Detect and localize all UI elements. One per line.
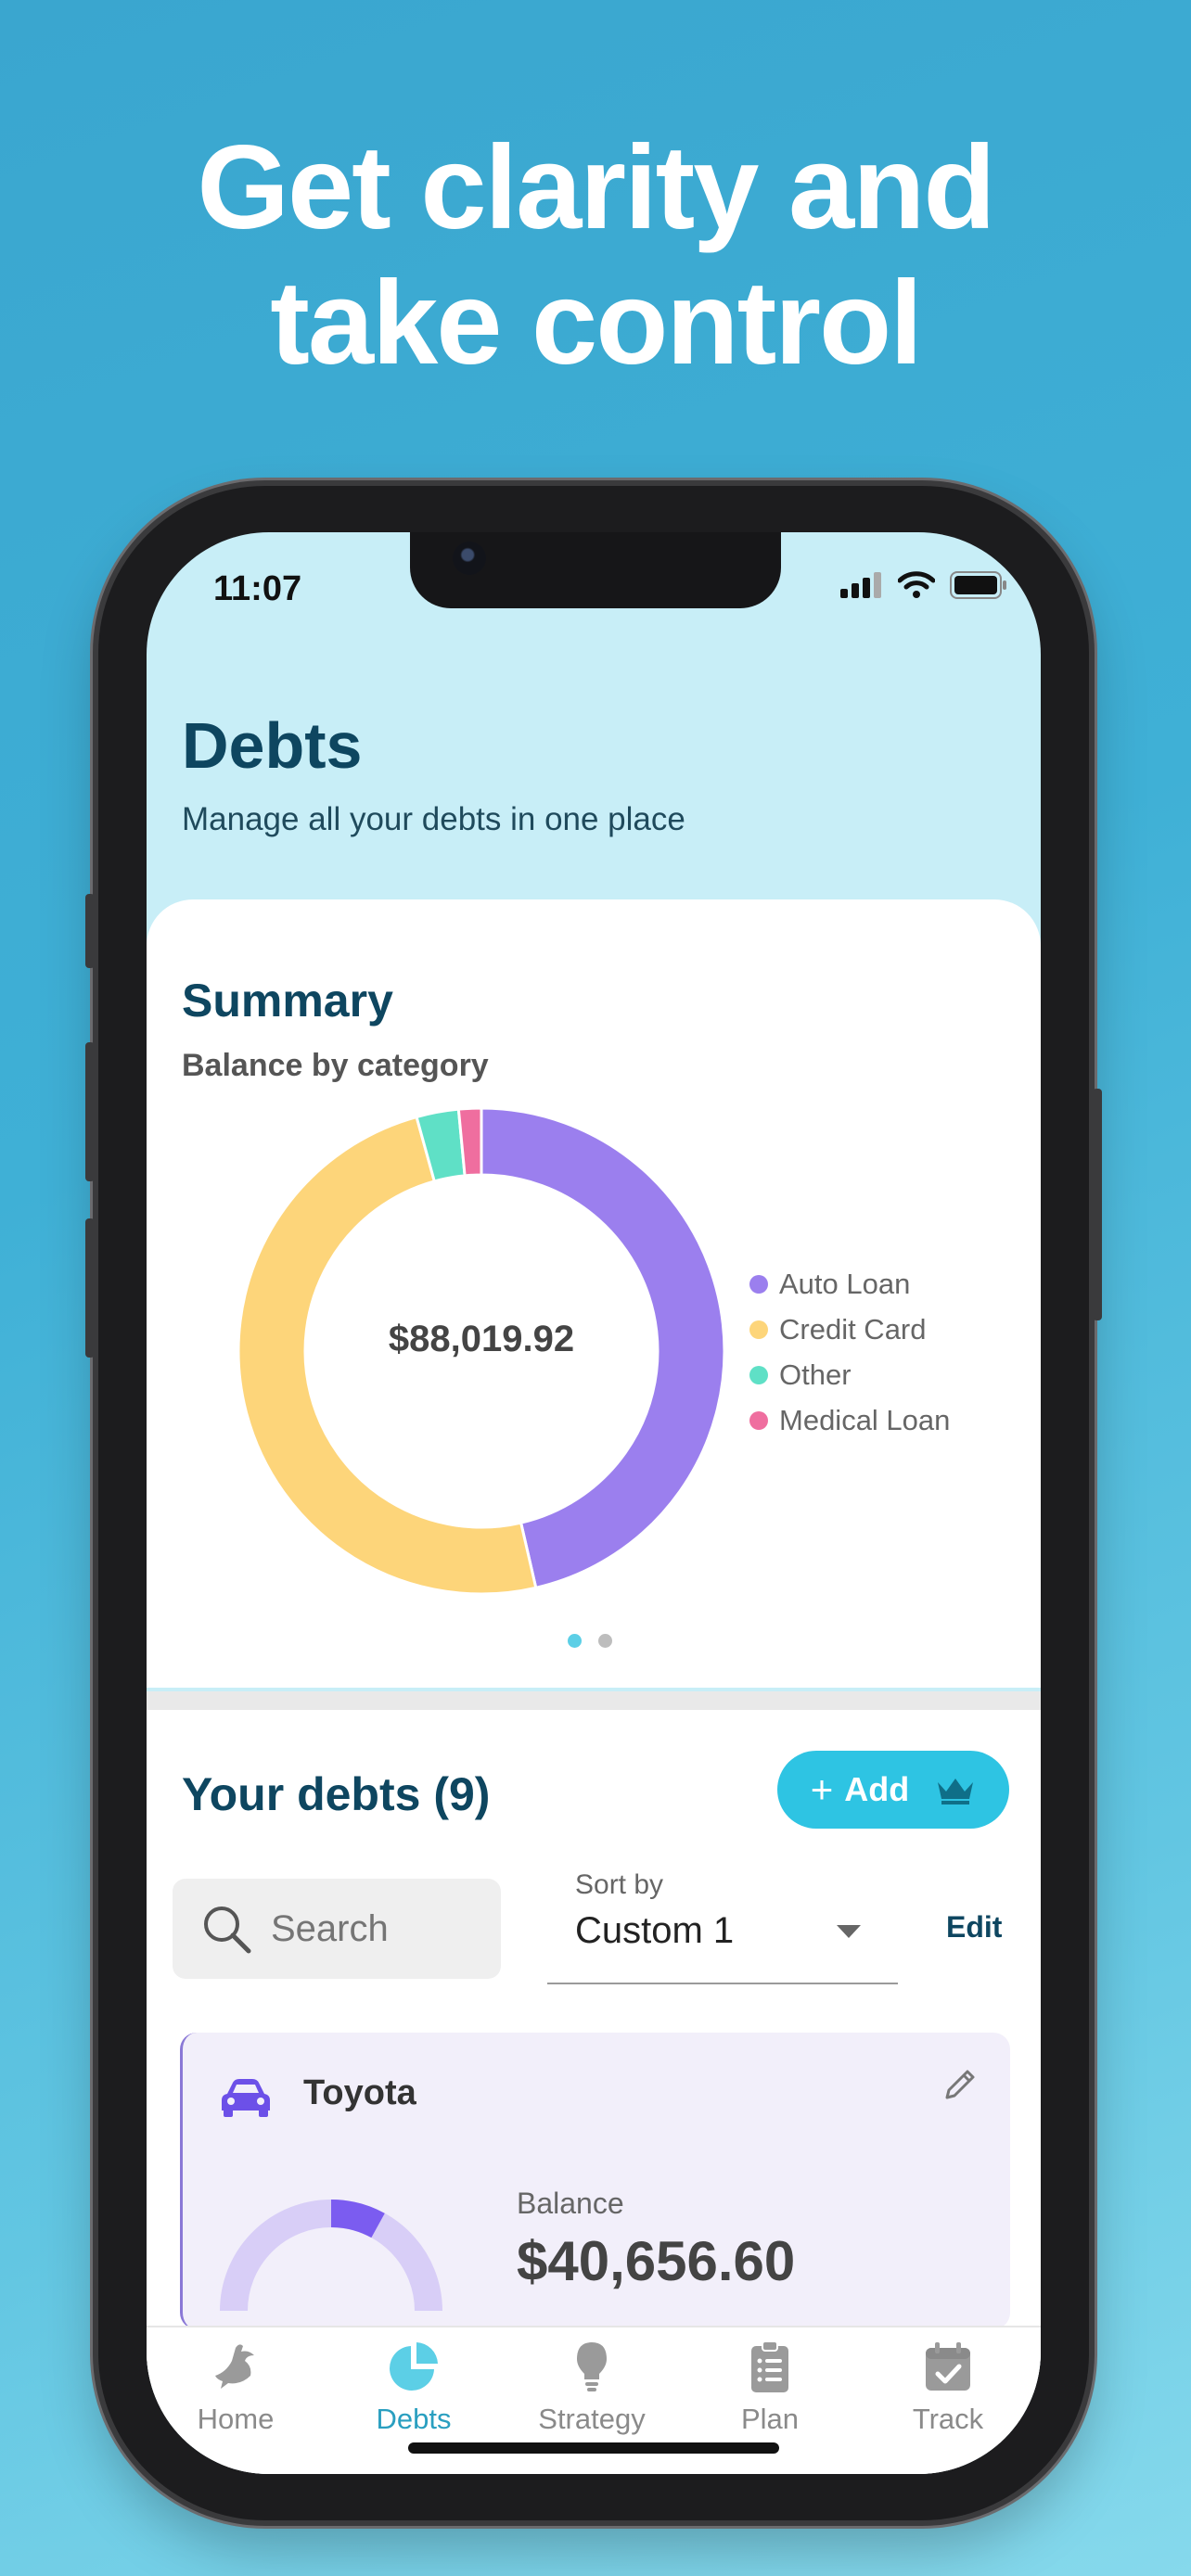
tab-label: Plan: [740, 2403, 800, 2435]
debt-name: Toyota: [303, 2073, 416, 2112]
tab-home[interactable]: Home: [147, 2339, 325, 2436]
phone-frame: 11:07 Debts Manage all your debts in one…: [85, 486, 1102, 2520]
legend-dot: [749, 1365, 768, 1384]
app-screen: 11:07 Debts Manage all your debts in one…: [147, 532, 1041, 2474]
tab-plan[interactable]: Plan: [681, 2339, 859, 2436]
summary-title: Summary: [182, 975, 393, 1027]
front-camera: [453, 542, 486, 575]
legend-label: Auto Loan: [779, 1267, 911, 1300]
add-button-label: Add: [844, 1770, 910, 1808]
legend-item-auto-loan: Auto Loan: [749, 1261, 950, 1307]
tab-debts[interactable]: Debts: [325, 2339, 503, 2436]
legend-label: Credit Card: [779, 1312, 927, 1345]
edit-pencil-icon[interactable]: [940, 2066, 979, 2105]
search-input[interactable]: [269, 1906, 495, 1951]
progress-track: [220, 2200, 442, 2312]
donut-total-value: $88,019.92: [388, 1319, 575, 1359]
tab-strategy[interactable]: Strategy: [503, 2339, 681, 2436]
legend-dot: [749, 1274, 768, 1294]
battery-icon: [950, 571, 1006, 599]
tab-label: Debts: [376, 2403, 452, 2435]
tab-label: Home: [197, 2403, 275, 2435]
page-indicator[interactable]: [568, 1634, 612, 1648]
clipboard-icon: [751, 2340, 788, 2392]
headline-line-1: Get clarity and: [197, 121, 995, 254]
summary-card[interactable]: Summary Balance by category $88,019.92 A…: [147, 899, 1041, 1688]
sort-dropdown[interactable]: Sort by Custom 1: [547, 1866, 898, 1984]
sort-label: Sort by: [575, 1869, 664, 1900]
legend-dot: [749, 1320, 768, 1339]
search-icon: [204, 1906, 251, 1954]
legend-item-credit-card: Credit Card: [749, 1307, 950, 1352]
dove-icon: [215, 2344, 254, 2389]
page-dot-1[interactable]: [568, 1634, 582, 1648]
progress-paid: [330, 2200, 385, 2238]
home-indicator: [408, 2442, 779, 2454]
page-title: Debts: [182, 709, 363, 782]
notch: [410, 532, 781, 608]
status-time: 11:07: [213, 569, 302, 608]
debt-progress-ring: [220, 2200, 442, 2312]
edit-sort-button[interactable]: Edit: [946, 1910, 1002, 1945]
signal-icon: [840, 572, 881, 598]
balance-value: $40,656.60: [517, 2230, 796, 2292]
side-button-volume-down: [85, 1218, 95, 1358]
side-button-power: [1093, 1089, 1102, 1320]
page-dot-2[interactable]: [598, 1634, 612, 1648]
legend-item-medical-loan: Medical Loan: [749, 1397, 950, 1443]
page-subtitle: Manage all your debts in one place: [182, 801, 685, 837]
pie-chart-icon: [390, 2342, 438, 2391]
legend-dot: [749, 1410, 768, 1430]
debts-list-title: Your debts (9): [182, 1768, 491, 1820]
crown-icon: [938, 1779, 974, 1804]
tab-label: Strategy: [538, 2403, 646, 2435]
chart-legend: Auto Loan Credit Card Other Medical Loan: [749, 1261, 950, 1443]
search-field[interactable]: [173, 1879, 501, 1979]
debt-card-toyota[interactable]: Toyota Balance $40,656.60: [180, 2033, 1010, 2329]
balance-label: Balance: [517, 2187, 624, 2220]
caret-down-icon: [837, 1925, 861, 1938]
side-button-mute: [85, 894, 95, 968]
section-divider: [147, 1691, 1041, 1710]
legend-item-other: Other: [749, 1352, 950, 1397]
legend-label: Other: [779, 1358, 852, 1391]
side-button-volume-up: [85, 1042, 95, 1181]
sort-value: Custom 1: [575, 1910, 735, 1951]
car-icon: [222, 2079, 270, 2117]
plus-icon: +: [810, 1767, 834, 1811]
legend-label: Medical Loan: [779, 1403, 951, 1436]
headline-line-2: take control: [270, 257, 923, 389]
status-icons: [840, 571, 1007, 599]
wifi-icon: [898, 571, 935, 598]
lightbulb-icon: [577, 2342, 607, 2391]
tab-track[interactable]: Track: [859, 2339, 1037, 2436]
add-debt-button[interactable]: + Add: [777, 1751, 1009, 1829]
marketing-headline: Get clarity and take control: [0, 121, 1191, 391]
calendar-check-icon: [926, 2342, 970, 2391]
summary-subtitle: Balance by category: [182, 1048, 489, 1083]
tab-label: Track: [912, 2403, 984, 2435]
